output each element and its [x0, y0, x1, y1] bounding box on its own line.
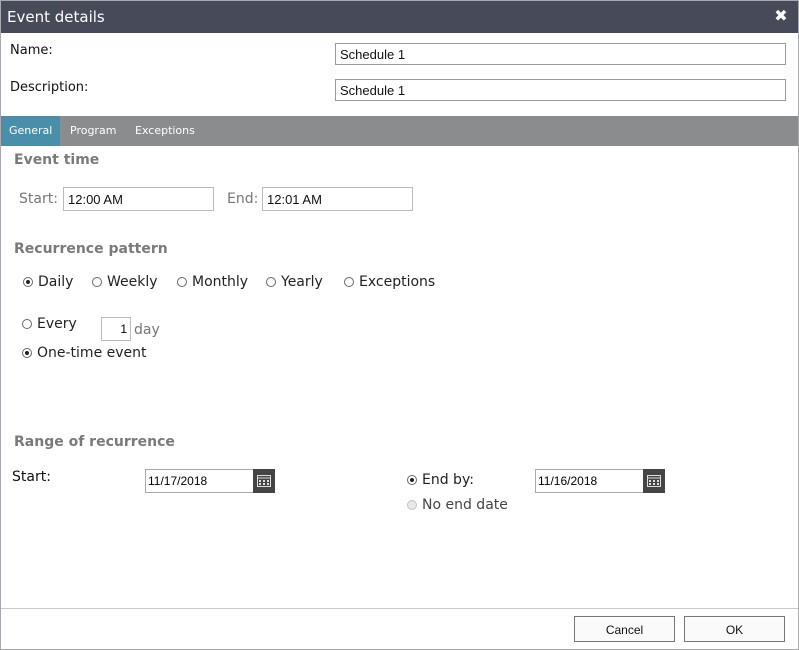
event-time-title: Event time	[14, 152, 100, 168]
end-time-label: End:	[227, 191, 259, 207]
no-end-date-label: No end date	[422, 497, 508, 513]
daily-label: Daily	[38, 274, 74, 290]
radio-no-end-date[interactable]	[407, 500, 417, 510]
recurrence-daily[interactable]: Daily	[23, 274, 73, 290]
dialog-title: Event details	[7, 8, 105, 26]
start-time-input[interactable]	[63, 187, 214, 211]
name-input[interactable]	[335, 43, 786, 65]
recurrence-exceptions[interactable]: Exceptions	[344, 274, 435, 290]
radio-exceptions[interactable]	[344, 277, 354, 287]
cancel-button[interactable]: Cancel	[574, 616, 675, 642]
footer-divider	[1, 608, 798, 609]
recurrence-pattern-title: Recurrence pattern	[14, 241, 168, 257]
name-label: Name:	[10, 43, 53, 58]
radio-daily[interactable]	[23, 277, 33, 287]
end-by-label: End by:	[422, 472, 474, 488]
recurrence-yearly[interactable]: Yearly	[266, 274, 323, 290]
event-details-dialog: Event details ✖ Name: Description: Gener…	[0, 0, 799, 650]
onetime-label: One-time event	[37, 345, 147, 361]
tab-exceptions[interactable]: Exceptions	[127, 116, 203, 146]
radio-monthly[interactable]	[177, 277, 187, 287]
radio-every[interactable]	[22, 319, 32, 329]
title-bar: Event details ✖	[1, 1, 798, 33]
description-label: Description:	[10, 80, 89, 95]
start-calendar-icon[interactable]	[253, 469, 275, 493]
close-icon[interactable]: ✖	[774, 7, 788, 25]
start-time-label: Start:	[19, 191, 58, 207]
tab-bar: General Program Exceptions	[1, 116, 798, 146]
range-recurrence-title: Range of recurrence	[14, 434, 175, 450]
radio-onetime[interactable]	[22, 348, 32, 358]
description-input[interactable]	[335, 79, 786, 101]
tab-general[interactable]: General	[1, 116, 61, 146]
monthly-label: Monthly	[192, 274, 249, 290]
no-end-date-option[interactable]: No end date	[407, 497, 508, 513]
every-label: Every	[37, 316, 77, 332]
every-option[interactable]: Every	[22, 316, 77, 332]
radio-end-by[interactable]	[407, 475, 417, 485]
weekly-label: Weekly	[107, 274, 158, 290]
yearly-label: Yearly	[281, 274, 323, 290]
end-time-input[interactable]	[262, 187, 413, 211]
end-calendar-icon[interactable]	[643, 469, 665, 493]
recurrence-weekly[interactable]: Weekly	[92, 274, 158, 290]
radio-yearly[interactable]	[266, 277, 276, 287]
range-start-date-input[interactable]	[145, 469, 255, 493]
range-start-label: Start:	[12, 469, 51, 485]
radio-weekly[interactable]	[92, 277, 102, 287]
end-by-date-input[interactable]	[535, 469, 645, 493]
ok-button[interactable]: OK	[684, 616, 785, 642]
recurrence-monthly[interactable]: Monthly	[177, 274, 248, 290]
tab-program[interactable]: Program	[62, 116, 124, 146]
every-unit-label: day	[134, 322, 160, 338]
onetime-option[interactable]: One-time event	[22, 345, 147, 361]
exceptions-label: Exceptions	[359, 274, 436, 290]
end-by-option[interactable]: End by:	[407, 472, 474, 488]
every-days-input[interactable]	[101, 317, 131, 341]
